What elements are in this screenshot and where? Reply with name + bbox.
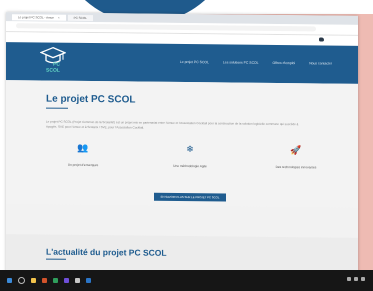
feature-caption: Une méthodologie Agile <box>173 163 207 169</box>
nav-item-projet[interactable]: Le projet PC SCOL <box>180 60 209 64</box>
site-header: PC SCOL Le projet PC SCOL Les solutions … <box>6 42 358 84</box>
news-underline <box>46 258 66 260</box>
tab-label: Le projet PC SCOL - Amue <box>18 14 54 20</box>
learn-more-button[interactable]: EN SAVOIR PLUS SUR LE PROJET PC SCOL <box>154 192 226 202</box>
news-title: L'actualité du projet PC SCOL <box>46 246 167 258</box>
feature-agile: ❄ Une méthodologie Agile <box>155 144 225 169</box>
twitter-icon[interactable] <box>319 37 324 42</box>
hero-section: Le projet PC SCOL Le projet PC SCOL (Pro… <box>6 80 358 208</box>
nav-item-emploi[interactable]: Offres d'emploi <box>273 61 296 65</box>
app-icon[interactable] <box>42 278 47 283</box>
rocket-icon: 🚀 <box>290 145 302 156</box>
feature-caption: Des technologies innovantes <box>275 164 317 170</box>
os-taskbar <box>0 270 373 291</box>
nav-item-solutions[interactable]: Les solutions PC SCOL <box>223 60 259 64</box>
browser-tab[interactable]: Le projet PC SCOL - Amue × <box>12 13 66 21</box>
logo[interactable]: PC SCOL <box>40 46 66 78</box>
app-icon[interactable] <box>75 278 80 283</box>
intro-text: Le projet PC SCOL (Projet Commun de la S… <box>46 119 299 130</box>
app-icon[interactable] <box>53 278 58 283</box>
tray-icon[interactable] <box>354 277 358 281</box>
nav-item-contact[interactable]: Nous contacter <box>309 61 332 65</box>
browser-icon[interactable] <box>86 278 91 283</box>
search-icon[interactable] <box>18 277 25 284</box>
close-icon[interactable]: × <box>58 15 60 19</box>
folder-icon[interactable] <box>31 278 36 283</box>
taskbar-apps <box>7 277 91 284</box>
tab-label: PC SCOL <box>73 15 87 20</box>
page-title: Le projet PC SCOL <box>46 93 136 106</box>
tray-icon[interactable] <box>347 277 351 281</box>
start-icon[interactable] <box>7 278 12 283</box>
url-field[interactable] <box>16 23 316 32</box>
feature-envergure: 👥 Un projet d'envergure <box>48 143 118 168</box>
tray-icon[interactable] <box>361 277 365 281</box>
title-underline <box>46 107 68 109</box>
feature-technologies: 🚀 Des technologies innovantes <box>261 145 331 170</box>
feature-caption: Un projet d'envergure <box>67 162 99 168</box>
browser-tab[interactable]: PC SCOL <box>67 14 93 21</box>
people-icon: 👥 <box>77 142 89 154</box>
main-nav: Le projet PC SCOL Les solutions PC SCOL … <box>180 60 332 66</box>
app-icon[interactable] <box>64 278 69 283</box>
gear-icon: ❄ <box>186 144 194 155</box>
system-tray <box>347 277 365 281</box>
screen: Le projet PC SCOL - Amue × PC SCOL PC SCO… <box>6 12 358 290</box>
logo-text: SCOL <box>46 67 60 74</box>
